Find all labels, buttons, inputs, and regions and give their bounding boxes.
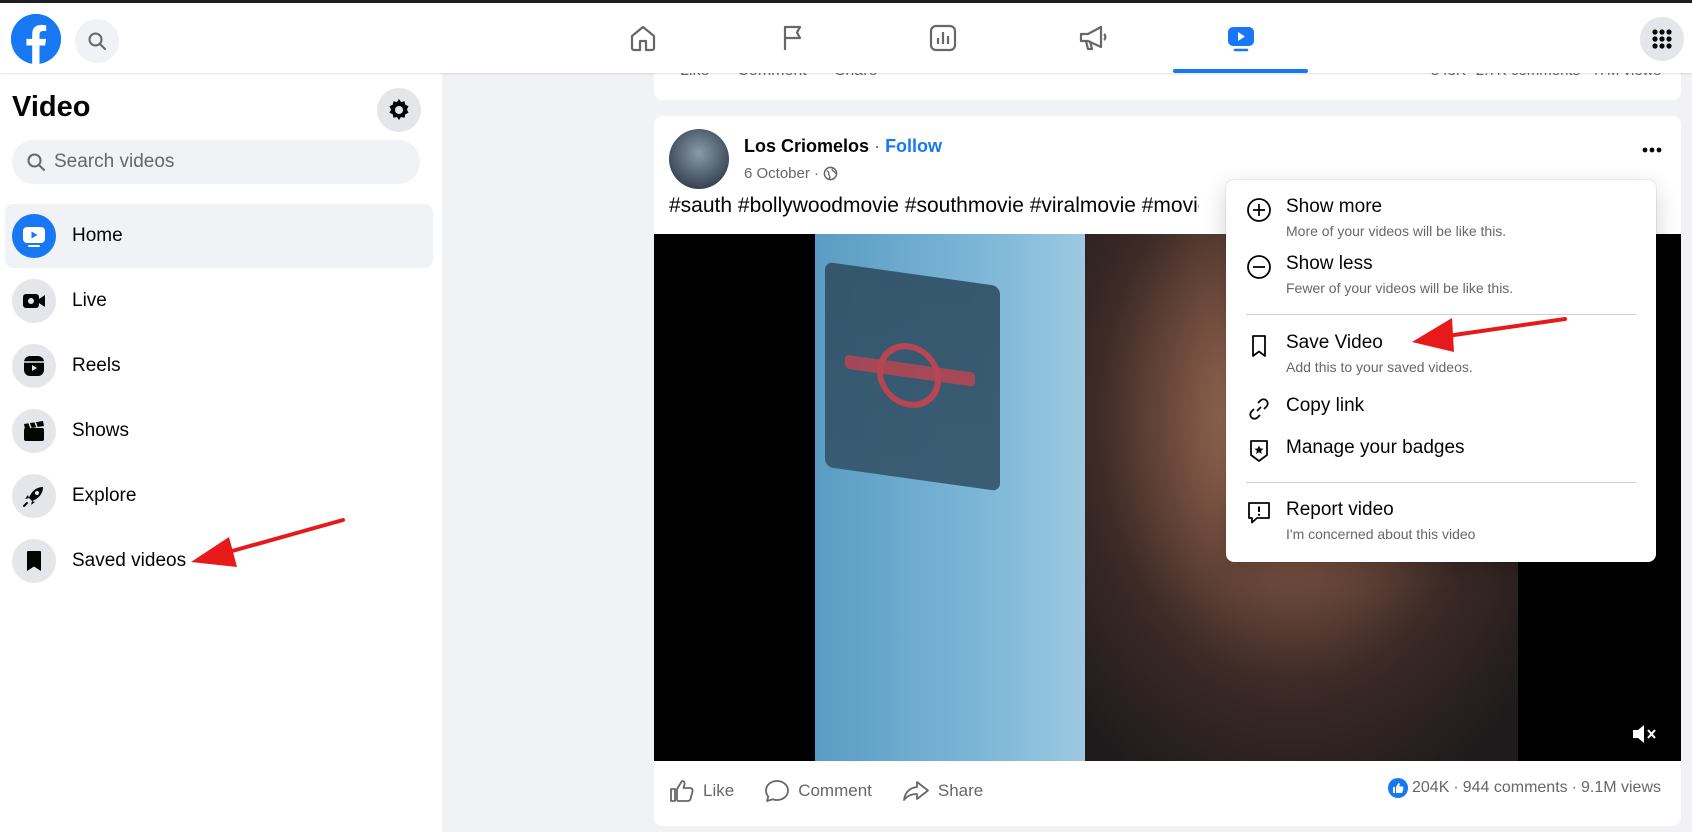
separator: · (1453, 779, 1459, 796)
menu-divider (1246, 482, 1636, 483)
sidebar-item-label: Shows (72, 420, 130, 441)
post-date[interactable]: 6 October · (744, 165, 819, 182)
avatar[interactable] (669, 129, 729, 189)
share-label: Share (937, 781, 984, 800)
post-header: Los Criomelos · Follow (744, 136, 942, 157)
post-caption: #sauth #bollywoodmovie #southmovie #vira… (669, 194, 1199, 217)
live-camera-icon (12, 279, 56, 323)
thumbs-up-icon (670, 780, 694, 802)
search-videos-field[interactable] (12, 140, 420, 184)
comment-label: Comment (798, 781, 872, 800)
flag-icon (783, 25, 801, 50)
mute-button[interactable] (1629, 719, 1659, 749)
sidebar-item-home[interactable]: Home (5, 204, 433, 268)
sidebar-item-label: Explore (72, 485, 137, 506)
view-count: 9.1M views (1580, 779, 1661, 796)
post-stats: 204K · 944 comments · 9.1M views (1388, 778, 1661, 798)
reaction-count[interactable]: 204K (1412, 779, 1449, 797)
facebook-logo-icon[interactable] (11, 14, 61, 64)
speaker-muted-icon (1633, 725, 1656, 743)
tab-ads[interactable] (1025, 3, 1160, 73)
search-icon (88, 32, 106, 50)
clapperboard-icon (12, 409, 56, 453)
tab-home[interactable] (575, 3, 710, 73)
dashboard-icon (929, 24, 956, 52)
tab-video[interactable] (1173, 3, 1308, 73)
separator: · (1571, 779, 1577, 796)
follow-button[interactable]: Follow (885, 136, 942, 156)
sidebar-item-shows[interactable]: Shows (5, 399, 433, 463)
link-icon (1246, 396, 1272, 422)
author-name[interactable]: Los Criomelos (744, 136, 869, 156)
menu-item-title: Report video (1286, 499, 1394, 520)
rocket-icon (12, 474, 56, 518)
sidebar-item-label: Live (72, 290, 107, 311)
sidebar-item-label: Reels (72, 355, 121, 376)
menu-item-subtitle: Add this to your saved videos. (1286, 359, 1473, 375)
video-options-menu: Show more More of your videos will be li… (1226, 180, 1656, 562)
separator: · (874, 136, 881, 156)
search-input[interactable] (54, 151, 394, 173)
like-label: Like (703, 781, 735, 800)
sidebar-item-reels[interactable]: Reels (5, 334, 433, 398)
megaphone-icon (1079, 25, 1106, 51)
share-button[interactable]: Share (902, 779, 983, 803)
menu-item-subtitle: I'm concerned about this video (1286, 526, 1476, 542)
menu-item-report-video[interactable]: Report video I'm concerned about this vi… (1226, 498, 1656, 543)
menu-item-title: Show less (1286, 253, 1373, 274)
menu-item-title: Manage your badges (1286, 437, 1465, 458)
report-icon (1246, 500, 1272, 526)
post-meta: 6 October · (744, 165, 838, 182)
plus-circle-icon (1246, 197, 1272, 223)
sidebar-item-label: Saved videos (72, 550, 187, 571)
comment-icon (765, 780, 790, 802)
comment-button[interactable]: Comment (764, 779, 872, 803)
page-title: Video (12, 91, 91, 123)
menu-item-subtitle: More of your videos will be like this. (1286, 223, 1507, 239)
bookmark-outline-icon (1246, 333, 1272, 359)
video-play-icon (12, 214, 56, 258)
minus-circle-icon (1246, 254, 1272, 280)
menu-item-show-more[interactable]: Show more More of your videos will be li… (1226, 195, 1656, 240)
video-icon (1227, 27, 1254, 52)
video-sidebar: Video Home Live Reels Shows (0, 73, 442, 832)
annotation-arrow-saved-videos (191, 518, 345, 567)
menu-item-title: Copy link (1286, 395, 1365, 416)
like-button[interactable]: Like (669, 779, 734, 803)
tab-pages[interactable] (725, 3, 860, 73)
grid-icon (1652, 29, 1672, 49)
menu-item-title: Show more (1286, 196, 1383, 217)
more-options-button[interactable] (1634, 132, 1670, 168)
menu-item-show-less[interactable]: Show less Fewer of your videos will be l… (1226, 252, 1656, 297)
search-icon (27, 153, 45, 171)
top-navigation-bar (0, 3, 1692, 73)
menu-item-manage-badges[interactable]: Manage your badges (1226, 436, 1656, 464)
search-button[interactable] (75, 19, 119, 63)
settings-button[interactable] (377, 88, 421, 132)
globe-icon (823, 166, 838, 181)
tab-dashboard[interactable] (875, 3, 1010, 73)
gear-icon (389, 99, 409, 120)
sidebar-item-label: Home (72, 225, 123, 246)
badge-star-icon (1246, 438, 1272, 464)
menu-grid-button[interactable] (1640, 17, 1684, 61)
reels-icon (12, 344, 56, 388)
more-dots-icon (1642, 147, 1662, 153)
bookmark-icon (12, 539, 56, 583)
share-icon (902, 781, 929, 801)
home-icon (630, 25, 655, 52)
sidebar-item-live[interactable]: Live (5, 269, 433, 333)
like-reaction-icon (1388, 778, 1408, 798)
menu-item-copy-link[interactable]: Copy link (1226, 394, 1656, 422)
comment-count[interactable]: 944 comments (1463, 779, 1568, 797)
video-scene-sign (825, 261, 1000, 492)
annotation-arrow-save-video (1412, 317, 1567, 352)
menu-item-subtitle: Fewer of your videos will be like this. (1286, 280, 1514, 296)
